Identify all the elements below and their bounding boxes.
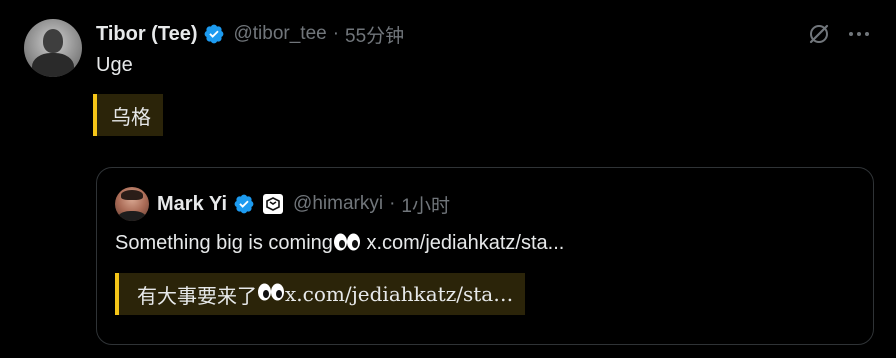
- quoted-text-link[interactable]: x.com/jediahkatz/sta...: [361, 232, 564, 254]
- more-options-icon[interactable]: [846, 24, 872, 44]
- avatar-hair: [121, 190, 143, 200]
- quoted-text-start: Something big is coming: [115, 232, 333, 254]
- quoted-tweet-header: Mark Yi @himarkyi · 1小时: [157, 190, 450, 218]
- tweet-text: Uge: [96, 54, 133, 76]
- translation-text: 乌格: [111, 106, 151, 129]
- verified-badge-icon[interactable]: [203, 23, 225, 45]
- quoted-tweet-translation: 有大事要来了 x.com/jediahkatz/sta…: [115, 273, 526, 315]
- affiliate-badge-icon[interactable]: [263, 194, 284, 214]
- quoted-tweet-text: Something big is coming x.com/jediahkatz…: [115, 232, 564, 258]
- author-name[interactable]: Tibor (Tee): [96, 23, 197, 46]
- header-separator: ·: [332, 23, 340, 44]
- avatar-head: [43, 29, 63, 53]
- eyes-emoji-icon: [333, 232, 361, 258]
- tweet-translation: 乌格: [93, 94, 163, 136]
- author-avatar[interactable]: [24, 19, 82, 77]
- quoted-tweet-card[interactable]: Mark Yi @himarkyi · 1小时 Something big is…: [96, 167, 874, 345]
- tweet-header: Tibor (Tee) @tibor_tee · 55分钟: [96, 20, 404, 48]
- quoted-translation-link: x.com/jediahkatz/sta…: [285, 282, 514, 306]
- quoted-author-handle[interactable]: @himarkyi: [293, 193, 383, 215]
- verified-badge-icon[interactable]: [233, 193, 255, 215]
- quoted-author-name[interactable]: Mark Yi: [157, 193, 227, 216]
- avatar-shirt: [118, 211, 146, 221]
- tweet-timestamp[interactable]: 55分钟: [345, 21, 404, 48]
- quoted-author-avatar[interactable]: [115, 187, 149, 221]
- quoted-tweet-timestamp[interactable]: 1小时: [401, 191, 450, 218]
- quoted-translation-start: 有大事要来了: [137, 283, 257, 308]
- eyes-emoji-icon: [257, 282, 285, 307]
- author-handle[interactable]: @tibor_tee: [233, 23, 326, 45]
- header-separator: ·: [389, 193, 396, 214]
- avatar-body: [32, 53, 74, 77]
- grok-icon[interactable]: [806, 21, 832, 47]
